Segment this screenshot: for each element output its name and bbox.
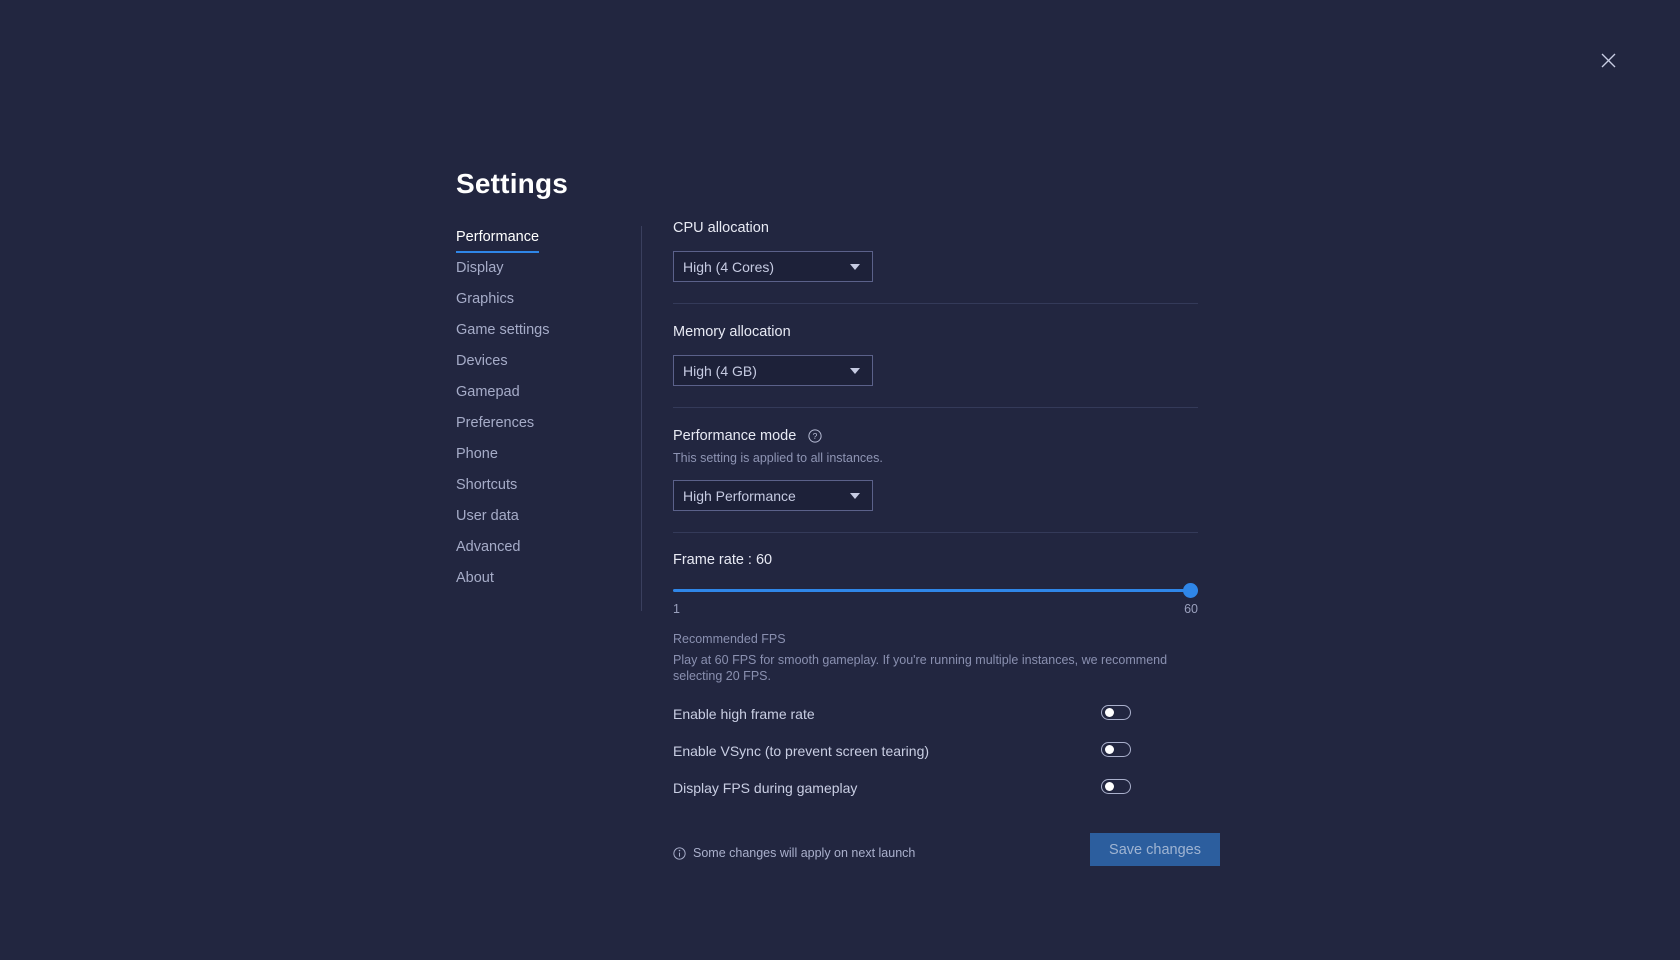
sidebar-item-label: Shortcuts [456, 477, 518, 493]
toggle-row-vsync: Enable VSync (to prevent screen tearing) [673, 738, 1198, 764]
cpu-allocation-dropdown[interactable]: High (4 Cores) [673, 251, 873, 282]
sidebar-item-preferences[interactable]: Preferences [456, 413, 534, 444]
sidebar-item-label: User data [456, 508, 519, 524]
chevron-down-icon [850, 263, 860, 270]
panel-footer: Some changes will apply on next launch S… [673, 833, 1220, 870]
toggle-row-high-frame-rate: Enable high frame rate [673, 701, 1198, 727]
memory-allocation-dropdown[interactable]: High (4 GB) [673, 355, 873, 386]
sidebar-item-label: Graphics [456, 291, 515, 307]
toggle-label: Display FPS during gameplay [673, 780, 858, 796]
svg-text:?: ? [813, 431, 818, 441]
help-circle-icon-glyph: ? [808, 429, 822, 443]
toggle-knob [1104, 745, 1114, 754]
sidebar-item-label: Advanced [456, 539, 521, 555]
frame-rate-max-label: 60 [1184, 602, 1198, 616]
sidebar-item-label: Preferences [456, 415, 535, 431]
vsync-toggle[interactable] [1101, 742, 1131, 757]
chevron-down-icon [850, 492, 860, 499]
toggle-knob [1104, 782, 1114, 791]
sidebar-content-divider [641, 226, 642, 611]
toggle-knob [1104, 708, 1114, 717]
sidebar-item-performance[interactable]: Performance [456, 227, 540, 258]
settings-window: Settings Performance Display Graphics Ga… [0, 0, 1680, 960]
memory-allocation-value: High (4 GB) [683, 362, 757, 379]
chevron-down-icon [850, 367, 860, 374]
frame-rate-label: Frame rate : 60 [673, 552, 773, 568]
help-circle-icon[interactable]: ? [808, 429, 822, 443]
performance-mode-label: Performance mode ? [673, 426, 1198, 446]
frame-rate-section: Frame rate : 60 1 60 Recommended FPS Pla… [673, 550, 1198, 684]
performance-mode-section: Performance mode ? This setting is appli… [673, 426, 1198, 511]
frame-rate-min-label: 1 [673, 602, 680, 616]
sidebar-item-label: Devices [456, 353, 508, 369]
toggle-label: Enable VSync (to prevent screen tearing) [673, 743, 930, 759]
sidebar-item-shortcuts[interactable]: Shortcuts [456, 475, 517, 506]
memory-allocation-label: Memory allocation [673, 324, 791, 340]
performance-mode-text: Performance mode [673, 428, 797, 444]
display-fps-toggle[interactable] [1101, 779, 1131, 794]
footer-note-text: Some changes will apply on next launch [693, 846, 916, 860]
save-changes-button[interactable]: Save changes [1090, 833, 1220, 866]
settings-sidebar: Performance Display Graphics Game settin… [456, 227, 636, 599]
performance-panel: CPU allocation High (4 Cores) Memory all… [673, 218, 1220, 870]
frame-rate-slider[interactable] [673, 582, 1198, 598]
sidebar-item-phone[interactable]: Phone [456, 444, 498, 475]
sidebar-item-gamepad[interactable]: Gamepad [456, 382, 520, 413]
page-title: Settings [456, 168, 569, 199]
sidebar-item-user-data[interactable]: User data [456, 506, 519, 537]
close-icon-glyph [1601, 53, 1615, 67]
frame-rate-slider-range: 1 60 [673, 601, 1198, 619]
sidebar-item-label: Gamepad [456, 384, 520, 400]
high-frame-rate-toggle[interactable] [1101, 705, 1131, 720]
cpu-allocation-value: High (4 Cores) [683, 258, 775, 275]
sidebar-item-label: Phone [456, 446, 498, 462]
sidebar-item-advanced[interactable]: Advanced [456, 537, 521, 568]
performance-mode-dropdown[interactable]: High Performance [673, 480, 873, 511]
cpu-allocation-label: CPU allocation [673, 220, 769, 236]
footer-note: Some changes will apply on next launch [673, 844, 915, 862]
sidebar-item-about[interactable]: About [456, 568, 494, 599]
memory-allocation-section: Memory allocation High (4 GB) [673, 322, 1198, 386]
recommended-fps-title: Recommended FPS [673, 632, 786, 646]
performance-mode-value: High Performance [683, 487, 796, 504]
recommended-fps-body: Play at 60 FPS for smooth gameplay. If y… [673, 653, 1168, 683]
sidebar-item-label: Game settings [456, 322, 550, 338]
sidebar-item-label: About [456, 570, 494, 586]
sidebar-item-graphics[interactable]: Graphics [456, 289, 514, 320]
toggle-label: Enable high frame rate [673, 706, 815, 722]
cpu-allocation-section: CPU allocation High (4 Cores) [673, 218, 1198, 282]
performance-mode-description: This setting is applied to all instances… [673, 451, 883, 465]
sidebar-item-devices[interactable]: Devices [456, 351, 508, 382]
frame-rate-slider-thumb[interactable] [1183, 583, 1198, 598]
sidebar-item-display[interactable]: Display [456, 258, 504, 289]
sidebar-item-label: Display [456, 260, 504, 276]
toggle-row-display-fps: Display FPS during gameplay [673, 775, 1198, 801]
info-circle-icon [673, 846, 686, 860]
close-icon[interactable] [1595, 47, 1621, 73]
sidebar-item-game-settings[interactable]: Game settings [456, 320, 550, 351]
sidebar-item-label: Performance [456, 227, 540, 253]
frame-rate-slider-track [673, 589, 1198, 592]
